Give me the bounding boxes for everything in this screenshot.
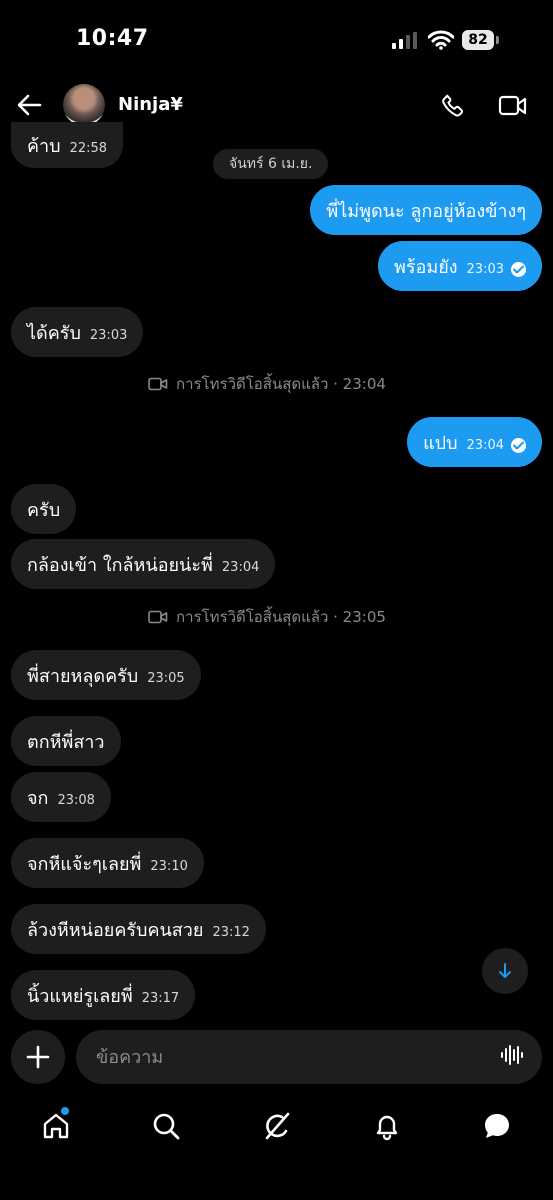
message-time: 23:10 xyxy=(150,858,188,874)
date-separator: จันทร์ 6 เม.ย. xyxy=(213,149,329,179)
message-bubble-outgoing[interactable]: พี่ไม่พูดนะ ลูกอยู่ห้องข้างๆ xyxy=(310,185,542,235)
read-check-icon xyxy=(511,261,526,277)
message-bubble-incoming[interactable]: จกหีแจ้ะๆเลยพี่ 23:10 xyxy=(11,838,204,888)
system-call-ended: การโทรวิดีโอสิ้นสุดแล้ว · 23:04 xyxy=(148,372,386,396)
message-bubble-incoming[interactable]: พี่สายหลุดครับ 23:05 xyxy=(11,650,201,700)
wifi-icon xyxy=(427,30,455,54)
message-bubble-incoming[interactable]: ครับ xyxy=(11,484,77,534)
video-call-icon[interactable] xyxy=(498,94,528,122)
message-time: 23:17 xyxy=(141,990,180,1006)
message-time: 23:12 xyxy=(212,924,250,940)
message-time: 23:03 xyxy=(466,261,504,277)
message-text: แปบ xyxy=(423,432,458,454)
arrow-down-icon xyxy=(499,963,511,978)
message-text: ครับ xyxy=(27,499,61,521)
search-icon[interactable] xyxy=(148,1108,184,1144)
home-icon[interactable] xyxy=(38,1108,74,1144)
system-text: การโทรวิดีโอสิ้นสุดแล้ว · 23:04 xyxy=(176,375,386,393)
video-icon xyxy=(148,610,168,624)
add-attachment-button[interactable] xyxy=(11,1030,65,1084)
message-bubble-incoming[interactable]: ได้ครับ 23:03 xyxy=(11,307,144,357)
notification-dot xyxy=(61,1107,69,1115)
message-time: 23:04 xyxy=(466,437,504,453)
cellular-signal-icon xyxy=(392,32,420,54)
message-input[interactable] xyxy=(94,1045,500,1069)
message-bubble-outgoing[interactable]: พร้อมยัง 23:03 xyxy=(377,241,542,291)
message-text: ได้ครับ xyxy=(27,322,81,344)
message-text: พี่สายหลุดครับ xyxy=(27,665,139,687)
plus-icon xyxy=(26,1045,50,1069)
grok-icon[interactable] xyxy=(259,1108,295,1144)
message-time: 23:05 xyxy=(147,670,185,686)
voice-waveform-icon[interactable] xyxy=(500,1043,524,1071)
read-check-icon xyxy=(511,437,526,453)
back-arrow-icon[interactable] xyxy=(16,92,42,122)
message-bubble-incoming[interactable]: กล้องเข้า ใกล้หน่อยน่ะพี่ 23:04 xyxy=(11,539,276,589)
message-bubble-incoming[interactable]: ตกหีพี่สาว xyxy=(11,716,121,766)
avatar[interactable] xyxy=(63,84,105,126)
scroll-to-bottom-button[interactable] xyxy=(482,948,528,994)
contact-name[interactable]: Ninja¥ xyxy=(118,94,183,115)
status-time: 10:47 xyxy=(76,26,149,51)
battery-tip xyxy=(496,36,499,44)
system-call-ended: การโทรวิดีโอสิ้นสุดแล้ว · 23:05 xyxy=(148,605,386,629)
system-text: การโทรวิดีโอสิ้นสุดแล้ว · 23:05 xyxy=(176,608,386,626)
message-text: จกหีแจ้ะๆเลยพี่ xyxy=(27,853,142,875)
message-bubble-incoming[interactable]: ค้าบ 22:58 xyxy=(11,122,124,168)
battery-indicator: 82 xyxy=(462,30,494,50)
phone-icon[interactable] xyxy=(440,93,466,123)
message-text: ตกหีพี่สาว xyxy=(27,731,105,753)
message-text: กล้องเข้า ใกล้หน่อยน่ะพี่ xyxy=(27,554,213,576)
message-time: 23:03 xyxy=(89,327,128,343)
message-text: จก xyxy=(27,787,49,809)
message-bubble-outgoing[interactable]: แปบ 23:04 xyxy=(407,417,542,467)
message-text: นิ้วแหย่รูเลยพี่ xyxy=(27,985,133,1007)
message-time: 23:08 xyxy=(57,792,95,808)
message-bubble-incoming[interactable]: นิ้วแหย่รูเลยพี่ 23:17 xyxy=(11,970,196,1020)
message-text: ล้วงหีหน่อยครับคนสวย xyxy=(27,919,204,941)
video-icon xyxy=(148,377,168,391)
message-time: 23:04 xyxy=(221,559,260,575)
message-time: 22:58 xyxy=(69,140,108,156)
message-composer[interactable] xyxy=(76,1030,542,1084)
message-text: พร้อมยัง xyxy=(393,256,458,278)
message-bubble-incoming[interactable]: จก 23:08 xyxy=(11,772,111,822)
message-text: ค้าบ xyxy=(27,135,61,157)
messages-icon[interactable] xyxy=(479,1108,515,1144)
bell-icon[interactable] xyxy=(369,1108,405,1144)
message-bubble-incoming[interactable]: ล้วงหีหน่อยครับคนสวย 23:12 xyxy=(11,904,266,954)
message-text: พี่ไม่พูดนะ ลูกอยู่ห้องข้างๆ xyxy=(326,200,526,222)
